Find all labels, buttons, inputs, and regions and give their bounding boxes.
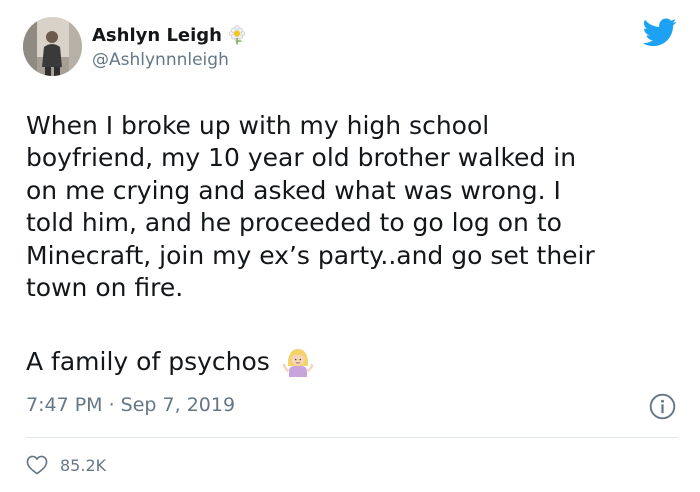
divider [26,437,678,438]
author-name-row[interactable]: Ashlyn Leigh [92,23,247,47]
avatar[interactable] [23,17,82,76]
info-icon[interactable] [649,393,676,420]
tweet-timestamp[interactable]: 7:47 PM · Sep 7, 2019 [26,394,235,416]
twitter-bird-icon[interactable] [643,18,677,47]
tweet-tagline-text: A family of psychos [26,347,270,376]
author-display-name[interactable]: Ashlyn Leigh [92,25,222,46]
woman-shrugging-icon [282,349,314,377]
tweet-tagline: A family of psychos [26,346,314,378]
heart-icon[interactable] [26,455,48,475]
avatar-photo [23,17,82,76]
tweet-card: Ashlyn Leigh @Ashlynnnleigh When I broke… [0,0,700,492]
tweet-text: When I broke up with my high school boyf… [26,111,595,303]
like-stat[interactable]: 85.2K [26,455,106,475]
flower-icon [228,25,246,45]
like-count: 85.2K [60,455,107,475]
author-handle[interactable]: @Ashlynnnleigh [92,50,229,70]
